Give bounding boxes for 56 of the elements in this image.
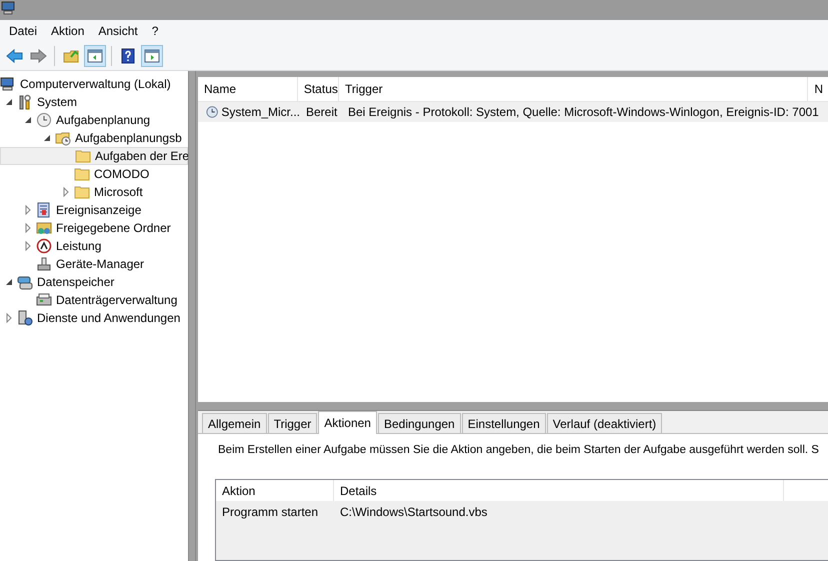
column-header[interactable]: Status [298,77,340,101]
shared-folder-icon [36,220,52,236]
table-cell-text: Programm starten [221,504,320,521]
clock-icon [206,105,218,119]
tree-item[interactable]: Dienste und Anwendungen [0,309,188,327]
tools-icon [17,94,33,110]
event-log-icon [36,202,52,218]
tree-item[interactable]: Datenspeicher [0,273,188,291]
description-text: Beim Erstellen einer Aufgabe müssen Sie die Aktion angeben, die beim Starten der Aufgabe ausgeführt werden soll. S [218,444,820,456]
computer-icon [0,76,16,92]
tree-item[interactable]: Leistung [0,237,188,255]
tree-item[interactable]: Datenträgerverwaltung [0,291,188,309]
menu-item[interactable]: Aktion [44,24,92,38]
tab[interactable]: Bedingungen [378,413,461,433]
tree-item[interactable]: Freigegebene Ordner [0,219,188,237]
back-arrow-icon [5,47,23,65]
storage-icon [17,274,33,290]
clock-icon [36,112,52,128]
toolbar-button[interactable] [141,45,163,67]
device-icon [36,256,52,272]
forward-arrow-icon [29,47,47,65]
pane-icon [86,47,104,65]
tree-item[interactable]: COMODO [0,165,188,183]
tab[interactable]: Aktionen [318,411,377,434]
menu-item[interactable]: ? [144,24,166,38]
tab[interactable]: Allgemein [202,413,267,433]
table-cell: Bereit [306,105,338,119]
column-header[interactable]: Aktion [216,480,334,501]
folder-clock-icon [55,130,71,146]
tree-item[interactable]: System [0,93,188,111]
table-cell-text: C:\Windows\Startsound.vbs [339,504,488,521]
task-row[interactable]: System_Micr... Bereit Bei Ereignis - Protokoll: System, Quelle: Microsoft-Windows-Winlogon, Ereignis-ID: 7001 [198,102,828,122]
computer-icon [1,1,15,15]
column-header[interactable]: Details [334,480,784,501]
column-header[interactable]: Name [198,77,298,101]
column-header[interactable]: N [808,77,828,101]
column-header[interactable]: Trigger [339,77,808,101]
folder-icon [74,184,90,200]
menu-item[interactable]: Ansicht [91,24,145,38]
toolbar-button[interactable] [84,45,106,67]
tab[interactable]: Trigger [268,413,318,433]
tab[interactable]: Einstellungen [462,413,546,433]
disk-drive-icon [36,292,52,308]
tree-item[interactable]: Ereignisanzeige [0,201,188,219]
tree-item[interactable]: Computerverwaltung (Lokal) [0,75,188,93]
pane-icon [143,47,161,65]
folder-icon [75,148,91,164]
menu-item[interactable]: Datei [2,24,44,38]
tree-item[interactable]: Microsoft [0,183,188,201]
tree-item[interactable]: Aufgabenplanung [0,111,188,129]
tree-item[interactable]: Geräte-Manager [0,255,188,273]
table-cell: Bei Ereignis - Protokoll: System, Quelle: Microsoft-Windows-Winlogon, Ereignis-ID: 7001 [348,105,819,119]
help-icon [119,47,137,65]
tree-item[interactable]: Aufgabenplanungsb [0,129,188,147]
tab[interactable]: Verlauf (deaktiviert) [546,413,662,433]
table-cell: System_Micr... [221,105,300,119]
